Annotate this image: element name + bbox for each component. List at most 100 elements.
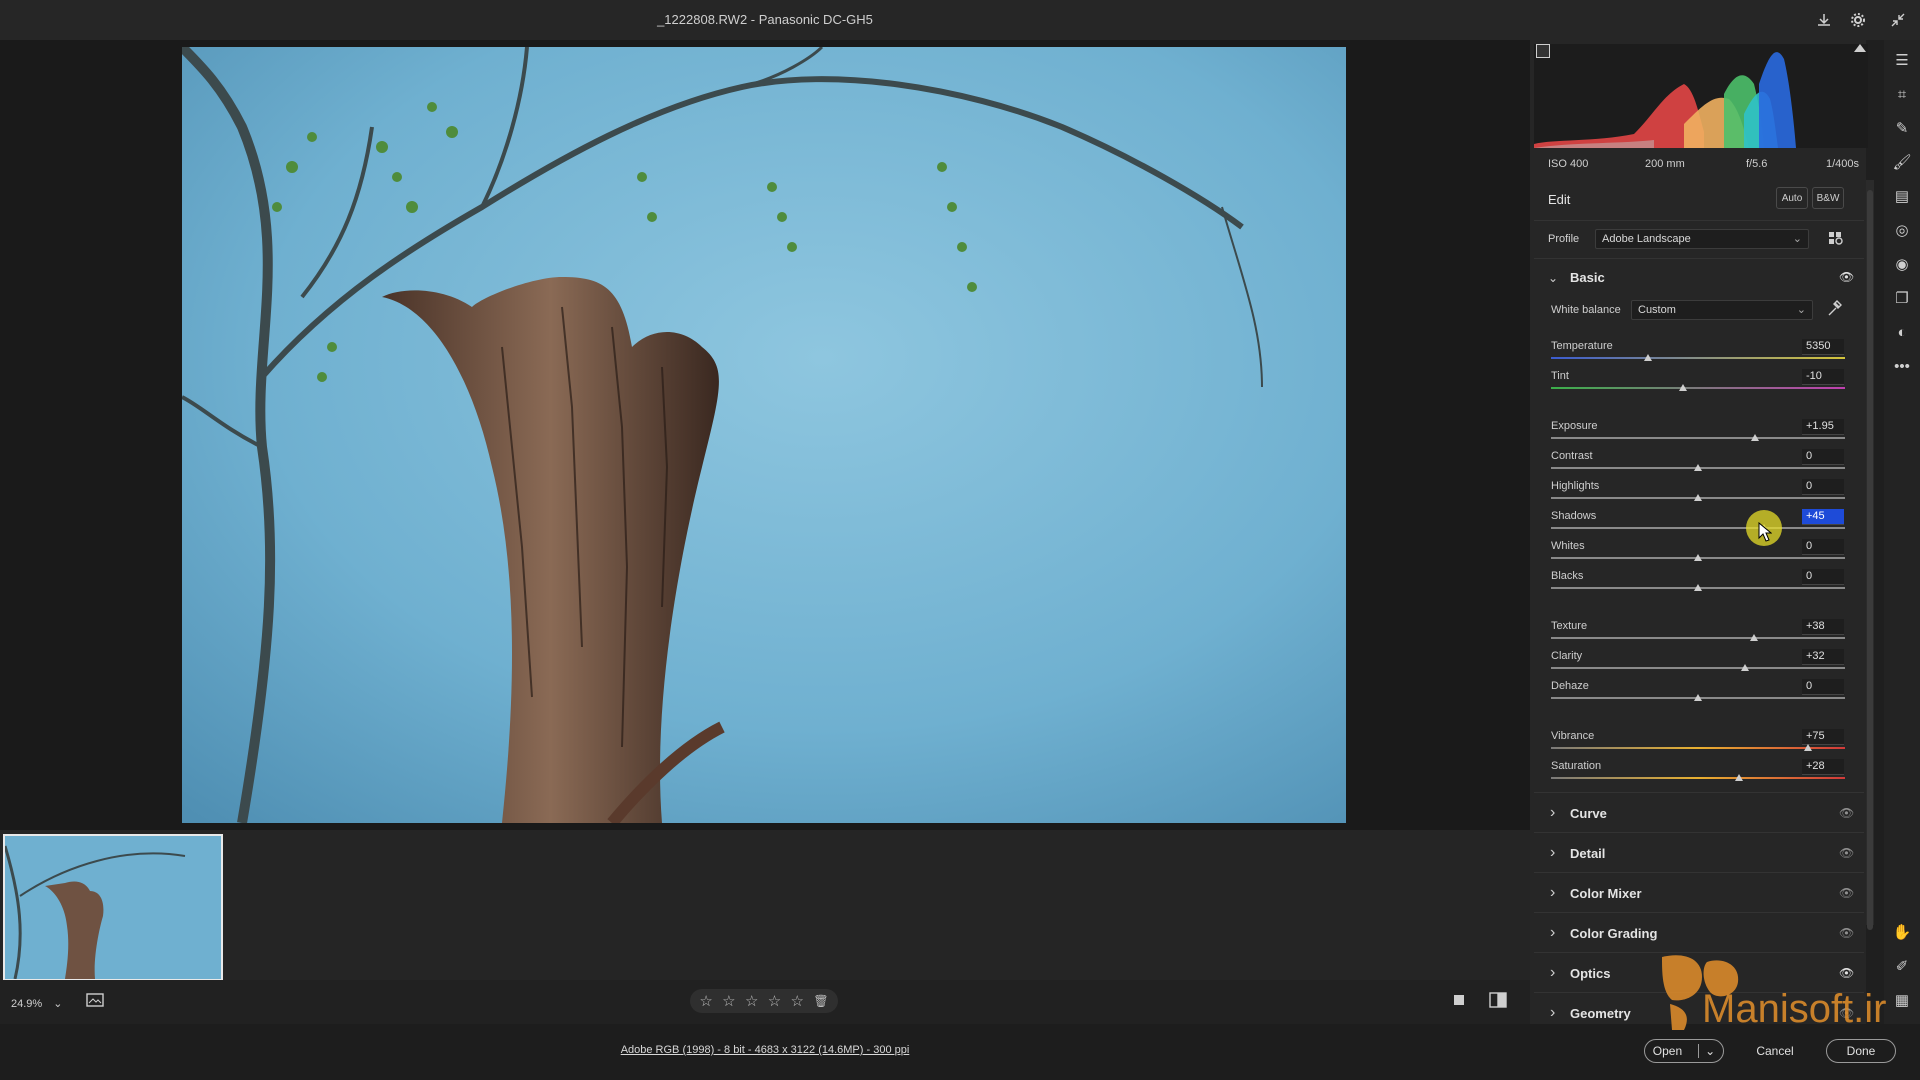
zoom-level[interactable]: 24.9% ⌄: [11, 997, 62, 1010]
chevron-right-icon[interactable]: ›: [1550, 884, 1555, 902]
scrollbar-thumb[interactable]: [1867, 190, 1873, 930]
blacks-slider-thumb[interactable]: [1694, 584, 1702, 591]
exposure-slider-thumb[interactable]: [1751, 434, 1760, 441]
clarity-slider-thumb[interactable]: [1741, 664, 1750, 671]
edit-sliders-icon[interactable]: ☰: [1888, 46, 1916, 74]
contrast-value-input[interactable]: 0: [1802, 449, 1844, 465]
shadows-value-input[interactable]: +45: [1802, 509, 1844, 525]
linear-gradient-icon[interactable]: ▤: [1888, 182, 1916, 210]
chevron-right-icon[interactable]: ›: [1550, 1004, 1555, 1022]
auto-button[interactable]: Auto: [1776, 187, 1808, 209]
temperature-slider-thumb[interactable]: [1644, 354, 1653, 361]
contrast-slider-thumb[interactable]: [1694, 464, 1702, 471]
shadow-clipping-warning-icon[interactable]: [1536, 44, 1550, 58]
divider: [1534, 258, 1864, 259]
mouse-pointer-icon: [1758, 521, 1773, 545]
dehaze-slider-thumb[interactable]: [1694, 694, 1702, 701]
done-button[interactable]: Done: [1826, 1039, 1896, 1063]
temperature-slider-track[interactable]: [1551, 357, 1845, 359]
chevron-right-icon[interactable]: ›: [1550, 964, 1555, 982]
crop-icon[interactable]: ⌗: [1888, 80, 1916, 108]
exif-iso: ISO 400: [1548, 158, 1589, 170]
bw-button[interactable]: B&W: [1812, 187, 1844, 209]
whites-value-input[interactable]: 0: [1802, 539, 1844, 555]
whites-label: Whites: [1551, 540, 1585, 552]
star-icon[interactable]: ☆: [722, 992, 735, 1010]
saturation-slider-thumb[interactable]: [1735, 774, 1744, 781]
texture-slider-track[interactable]: [1551, 637, 1845, 639]
brush-icon[interactable]: 🖌: [1888, 148, 1916, 176]
download-icon[interactable]: [1812, 8, 1836, 32]
single-view-icon[interactable]: [1451, 992, 1467, 1008]
section-title-detail[interactable]: Detail: [1570, 846, 1605, 861]
star-icon[interactable]: ☆: [699, 992, 712, 1010]
clarity-value-input[interactable]: +32: [1802, 649, 1844, 665]
compare-icon[interactable]: [1489, 992, 1507, 1008]
rating-bar: ☆ ☆ ☆ ☆ ☆ 🗑: [690, 989, 838, 1013]
more-icon[interactable]: •••: [1888, 352, 1916, 380]
section-title-optics[interactable]: Optics: [1570, 966, 1610, 981]
star-icon[interactable]: ☆: [768, 992, 781, 1010]
blacks-value-input[interactable]: 0: [1802, 569, 1844, 585]
chevron-right-icon[interactable]: ›: [1550, 844, 1555, 862]
texture-value-input[interactable]: +38: [1802, 619, 1844, 635]
clarity-slider-track[interactable]: [1551, 667, 1845, 669]
collapse-icon[interactable]: [1886, 8, 1910, 32]
snapshots-icon[interactable]: ❐: [1888, 284, 1916, 312]
radial-gradient-icon[interactable]: ◎: [1888, 216, 1916, 244]
dehaze-label: Dehaze: [1551, 680, 1589, 692]
section-title-geometry[interactable]: Geometry: [1570, 1006, 1631, 1021]
eye-icon[interactable]: 👁: [1839, 806, 1854, 820]
saturation-value-input[interactable]: +28: [1802, 759, 1844, 775]
hand-icon[interactable]: ✋: [1888, 918, 1916, 946]
tint-label: Tint: [1551, 370, 1569, 382]
open-button[interactable]: Open ⌄: [1644, 1039, 1724, 1063]
section-title-color-mixer[interactable]: Color Mixer: [1570, 886, 1642, 901]
cancel-button[interactable]: Cancel: [1742, 1039, 1808, 1063]
whites-slider-thumb[interactable]: [1694, 554, 1702, 561]
chevron-down-icon[interactable]: ⌄: [1548, 271, 1558, 285]
healing-icon[interactable]: ✎: [1888, 114, 1916, 142]
photo-preview[interactable]: [182, 47, 1346, 823]
chevron-right-icon[interactable]: ›: [1550, 804, 1555, 822]
settings-gear-icon[interactable]: [1846, 8, 1870, 32]
section-title-color-grading[interactable]: Color Grading: [1570, 926, 1657, 941]
texture-slider-thumb[interactable]: [1749, 634, 1758, 641]
exposure-slider-track[interactable]: [1551, 437, 1845, 439]
exposure-label: Exposure: [1551, 420, 1598, 432]
tint-value-input[interactable]: -10: [1802, 369, 1844, 385]
tint-slider-thumb[interactable]: [1679, 384, 1688, 391]
eyedropper-icon[interactable]: [1826, 300, 1842, 321]
saturation-slider-track[interactable]: [1551, 777, 1845, 779]
temperature-value-input[interactable]: 5350: [1802, 339, 1844, 355]
star-icon[interactable]: ☆: [745, 992, 758, 1010]
filmstrip-icon[interactable]: [86, 993, 106, 1012]
profile-browser-icon[interactable]: [1828, 230, 1844, 249]
profile-select[interactable]: Adobe Landscape ⌄: [1595, 229, 1809, 249]
dehaze-value-input[interactable]: 0: [1802, 679, 1844, 695]
redeye-icon[interactable]: ◉: [1888, 250, 1916, 278]
file-info-link[interactable]: Adobe RGB (1998) - 8 bit - 4683 x 3122 (…: [0, 1044, 1530, 1056]
eye-icon[interactable]: 👁: [1839, 886, 1854, 900]
section-title-curve[interactable]: Curve: [1570, 806, 1607, 821]
white-balance-select[interactable]: Custom ⌄: [1631, 300, 1813, 320]
eye-icon[interactable]: 👁: [1839, 926, 1854, 940]
highlight-clipping-warning-icon[interactable]: [1854, 44, 1866, 52]
highlights-value-input[interactable]: 0: [1802, 479, 1844, 495]
vibrance-slider-thumb[interactable]: [1804, 744, 1813, 751]
vibrance-slider-track[interactable]: [1551, 747, 1845, 749]
vibrance-value-input[interactable]: +75: [1802, 729, 1844, 745]
exposure-value-input[interactable]: +1.95: [1802, 419, 1844, 435]
shadows-slider-track[interactable]: [1551, 527, 1845, 529]
section-title-basic[interactable]: Basic: [1570, 270, 1605, 285]
highlights-slider-thumb[interactable]: [1694, 494, 1702, 501]
trash-icon[interactable]: 🗑: [813, 994, 828, 1008]
chevron-down-icon[interactable]: ⌄: [1698, 1044, 1715, 1058]
filmstrip-thumbnail[interactable]: [3, 834, 223, 981]
star-icon[interactable]: ☆: [791, 992, 804, 1010]
tint-slider-track[interactable]: [1551, 387, 1845, 389]
eye-icon[interactable]: 👁: [1839, 846, 1854, 860]
chevron-right-icon[interactable]: ›: [1550, 924, 1555, 942]
presets-icon[interactable]: ◐: [1888, 318, 1916, 346]
eye-icon[interactable]: 👁: [1839, 270, 1854, 284]
